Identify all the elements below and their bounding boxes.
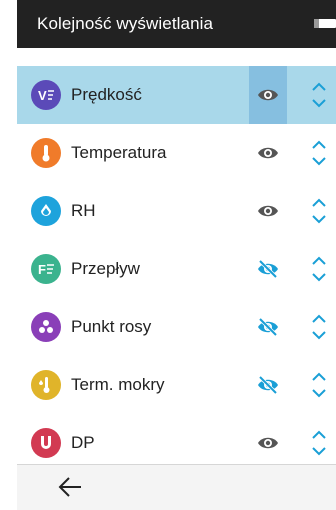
reorder-up-down-icon[interactable] — [311, 254, 327, 284]
pressure-icon — [31, 428, 61, 458]
reorder-up-down-icon[interactable] — [311, 370, 327, 400]
item-label: Temperatura — [71, 143, 167, 162]
svg-text:V: V — [38, 88, 47, 103]
list-item-term-mokry[interactable]: Term. mokry — [17, 356, 336, 414]
battery-icon — [314, 19, 336, 28]
bottom-bar — [17, 464, 336, 510]
list-item-przeplyw[interactable]: F Przepływ — [17, 240, 336, 298]
eye-icon[interactable] — [257, 201, 279, 221]
measurement-order-list: V Prędkość Temperatura RH F Przepływ Pun… — [17, 66, 336, 472]
velocity-icon: V — [31, 80, 61, 110]
dew-drops-icon — [31, 312, 61, 342]
eye-hidden-icon[interactable] — [257, 375, 279, 395]
item-label: Przepływ — [71, 259, 140, 278]
reorder-up-down-icon[interactable] — [311, 196, 327, 226]
eye-icon[interactable] — [257, 85, 279, 105]
list-item-predkosc[interactable]: V Prędkość — [17, 66, 336, 124]
reorder-up-down-icon[interactable] — [311, 80, 327, 110]
back-arrow-icon[interactable] — [57, 475, 83, 499]
eye-icon[interactable] — [257, 433, 279, 453]
flow-icon: F — [31, 254, 61, 284]
reorder-up-down-icon[interactable] — [311, 312, 327, 342]
list-item-punkt-rosy[interactable]: Punkt rosy — [17, 298, 336, 356]
item-label: RH — [71, 201, 96, 220]
thermometer-icon — [31, 138, 61, 168]
eye-hidden-icon[interactable] — [257, 259, 279, 279]
title-bar: Kolejność wyświetlania — [17, 0, 336, 48]
humidity-drop-icon — [31, 196, 61, 226]
page-title: Kolejność wyświetlania — [37, 14, 214, 33]
list-item-rh[interactable]: RH — [17, 182, 336, 240]
eye-hidden-icon[interactable] — [257, 317, 279, 337]
item-label: Prędkość — [71, 85, 142, 104]
wet-bulb-icon — [31, 370, 61, 400]
reorder-up-down-icon[interactable] — [311, 428, 327, 458]
eye-icon[interactable] — [257, 143, 279, 163]
svg-text:F: F — [38, 262, 46, 277]
item-label: Term. mokry — [71, 375, 165, 394]
reorder-up-down-icon[interactable] — [311, 138, 327, 168]
item-label: Punkt rosy — [71, 317, 152, 336]
left-margin — [0, 0, 17, 509]
list-item-temperatura[interactable]: Temperatura — [17, 124, 336, 182]
